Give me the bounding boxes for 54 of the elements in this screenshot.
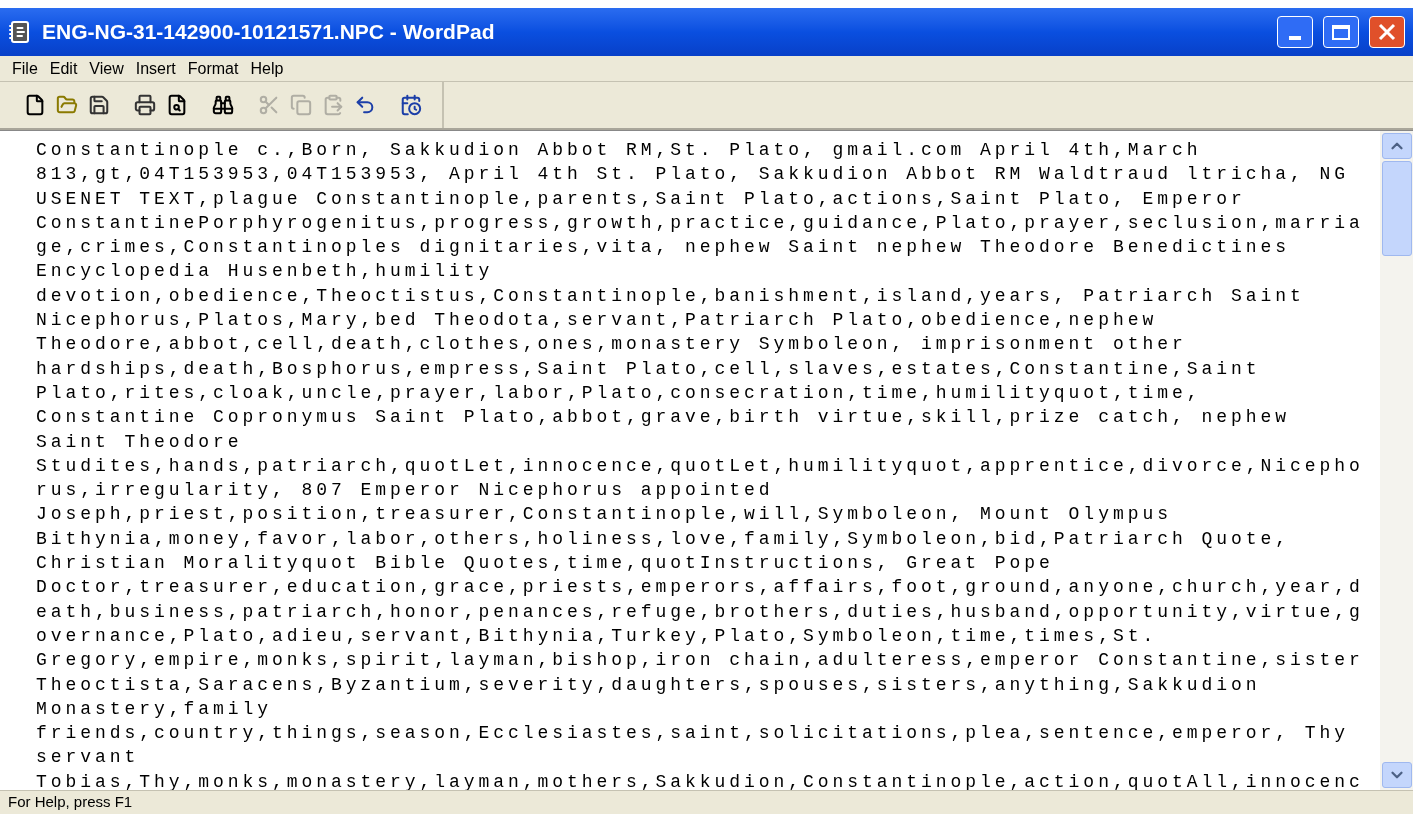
text-line: rus,irregularity, 807 Emperor Nicephorus appointed [36, 479, 774, 503]
minimize-button[interactable] [1277, 16, 1313, 48]
scroll-up-button[interactable] [1381, 133, 1412, 159]
copy-icon [290, 94, 312, 116]
text-line: friends,country,things,season,Ecclesiastes,saint,solicitations,plea,sentence,emperor, Thy [36, 722, 1349, 746]
close-button[interactable] [1369, 16, 1405, 48]
text-line: Saint Theodore [36, 430, 243, 454]
print-preview-icon [166, 94, 188, 116]
text-line: ge,crimes,Constantinoples dignitaries,vita, nephew Saint nephew Theodore Benedictines [36, 236, 1290, 260]
menu-item[interactable]: Format [181, 56, 245, 81]
paste-icon [322, 94, 344, 116]
text-line: Gregory,empire,monks,spirit,layman,bishop,iron chain,adulteress,emperor Constantine,sister [36, 649, 1364, 673]
text-line: USENET TEXT,plague Constantinople,parents,Saint Plato,actions,Saint Plato, Emperor [36, 187, 1246, 211]
text-line: Constantinople c.,Born, Sakkudion Abbot RM,St. Plato, gmail.com April 4th,March [36, 139, 1202, 162]
scroll-thumb[interactable] [1381, 161, 1412, 256]
wordpad-icon [8, 20, 32, 44]
text-line: Nicephorus,Platos,Mary,bed Theodota,servant,Patriarch Plato,obedience,nephew [36, 309, 1158, 333]
folder-icon [56, 94, 78, 116]
text-line: Bithynia,money,favor,labor,others,holiness,love,family,Symboleon,bid,Patriarch Quote, [36, 527, 1290, 551]
text-line: Constantine Copronymus Saint Plato,abbot,grave,birth virtue,skill,prize catch, nephew [36, 406, 1290, 430]
window-title: ENG-NG-31-142900-10121571.NPC - WordPad [42, 19, 496, 46]
text-line: hardships,death,Bosphorus,empress,Saint Plato,cell,slaves,estates,Constantine,Saint [36, 357, 1261, 381]
status-text: For Help, press F1 [8, 792, 133, 813]
text-line: Tobias,Thy,monks,monastery,layman,mothers,Sakkudion,Constantinople,action,quotAll,innocenc [36, 770, 1364, 790]
text-line: Monastery,family [36, 697, 273, 721]
text-line: eath,business,patriarch,honor,penances,refuge,brothers,duties,husband,opportunity,virtue,g [36, 600, 1364, 624]
menu-item[interactable]: Help [244, 56, 290, 81]
new-document-icon [24, 94, 46, 116]
text-line: Doctor,treasurer,education,grace,priests,emperors,affairs,foot,ground,anyone,church,year,d [36, 576, 1364, 600]
scissors-icon [258, 94, 280, 116]
maximize-button[interactable] [1323, 16, 1359, 48]
text-line: Christian Moralityquot Bible Quotes,time,quotInstructions, Great Pope [36, 552, 1054, 576]
text-line: overnance,Plato,adieu,servant,Bithynia,Turkey,Plato,Symboleon,time,times,St. [36, 624, 1158, 648]
binoculars-icon [212, 94, 234, 116]
text-line: Joseph,priest,position,treasurer,Constantinople,will,Symboleon, Mount Olympus [36, 503, 1172, 527]
printer-icon [134, 94, 156, 116]
text-line: Theoctista,Saracens,Byzantium,severity,daughters,spouses,sisters,anything,Sakkudion [36, 673, 1261, 697]
text-line: devotion,obedience,Theoctistus,Constantinople,banishment,island,years, Patriarch Saint [36, 284, 1305, 308]
close-icon [1378, 23, 1396, 41]
text-line: Theodore,abbot,cell,death,clothes,ones,monastery Symboleon, imprisonment other [36, 333, 1187, 357]
menu-item[interactable]: Edit [43, 56, 84, 81]
text-line: 813,gt,04T153953,04T153953, April 4th St. Plato, Sakkudion Abbot RM Waldtraud ltricha, NG [36, 163, 1349, 187]
vertical-scrollbar[interactable] [1380, 131, 1413, 790]
text-line: Plato,rites,cloak,uncle,prayer,labor,Plato,consecration,time,humilityquot,time, [36, 381, 1202, 405]
calendar-clock-icon [400, 94, 422, 116]
text-line: Encyclopedia Husenbeth,humility [36, 260, 494, 284]
text-line: servant [36, 746, 140, 770]
menu-item[interactable]: Insert [129, 56, 182, 81]
text-line: Studites,hands,patriarch,quotLet,innocence,quotLet,humilityquot,apprentice,divorce,Nicepho [36, 454, 1364, 478]
menu-item[interactable]: File [6, 56, 44, 81]
text-line: ConstantinePorphyrogenitus,progress,growth,practice,guidance,Plato,prayer,seclusion,marria [36, 211, 1364, 235]
menu-item[interactable]: View [83, 56, 130, 81]
undo-icon [354, 94, 376, 116]
scroll-down-button[interactable] [1381, 762, 1412, 788]
